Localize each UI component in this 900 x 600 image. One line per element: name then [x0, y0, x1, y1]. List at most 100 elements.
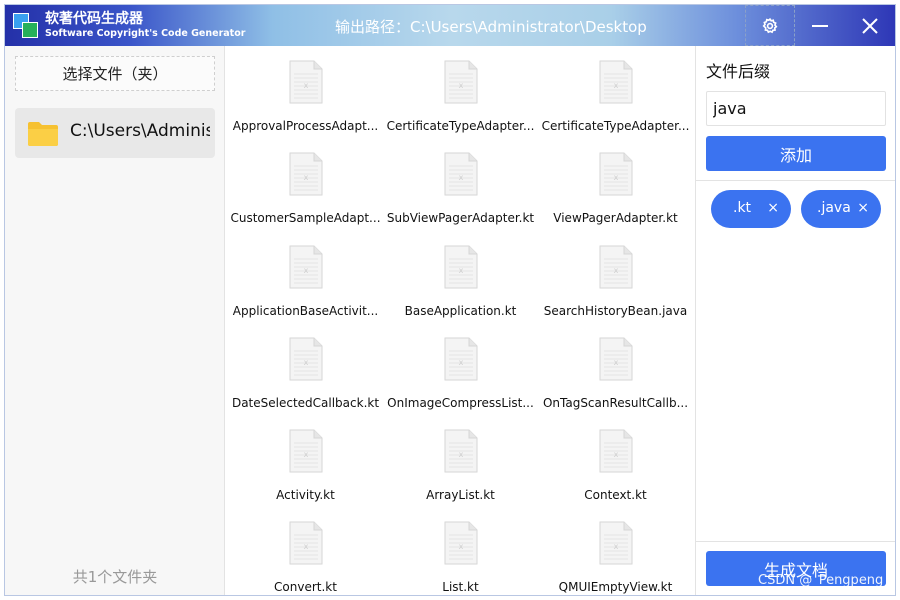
file-name: SearchHistoryBean.java: [543, 304, 688, 318]
svg-text:x: x: [614, 266, 619, 275]
svg-text:x: x: [459, 542, 464, 551]
file-icon: x: [289, 521, 323, 565]
file-name: Activity.kt: [276, 488, 335, 502]
file-name: CustomerSampleAdapt...: [230, 211, 381, 225]
svg-text:x: x: [459, 358, 464, 367]
svg-text:x: x: [459, 81, 464, 90]
file-name: CertificateTypeAdapter...: [386, 119, 535, 133]
file-item[interactable]: x QMUIEmptyView.kt: [538, 507, 693, 594]
divider: [696, 541, 895, 542]
suffix-tag: .kt ×: [711, 190, 791, 228]
close-icon[interactable]: ×: [767, 200, 779, 216]
file-item[interactable]: x ArrayList.kt: [383, 415, 538, 502]
folder-panel: 选择文件（夹） C:\Users\Administrator 共1个文件夹: [5, 46, 225, 595]
output-path: 输出路径：C:\Users\Administrator\Desktop: [335, 18, 647, 36]
suffix-panel: 文件后缀 添加 .kt × .java × 生成文档: [695, 46, 895, 595]
file-name: Convert.kt: [274, 580, 337, 594]
file-item[interactable]: x OnImageCompressList...: [383, 323, 538, 410]
svg-text:x: x: [304, 358, 309, 367]
select-folder-button[interactable]: 选择文件（夹）: [15, 56, 215, 91]
app-name: 软著代码生成器: [45, 11, 143, 27]
folder-list-item[interactable]: C:\Users\Administrator: [15, 108, 215, 158]
svg-text:x: x: [304, 266, 309, 275]
close-button[interactable]: [850, 5, 890, 46]
file-name: QMUIEmptyView.kt: [558, 580, 673, 594]
file-icon: x: [289, 337, 323, 381]
svg-text:x: x: [459, 173, 464, 182]
svg-text:x: x: [304, 81, 309, 90]
svg-text:x: x: [614, 358, 619, 367]
svg-text:x: x: [304, 173, 309, 182]
svg-text:x: x: [304, 542, 309, 551]
file-icon: x: [599, 60, 633, 104]
file-icon: x: [444, 60, 478, 104]
file-item[interactable]: x SubViewPagerAdapter.kt: [383, 138, 538, 225]
file-icon: x: [289, 429, 323, 473]
close-icon: [862, 17, 878, 34]
file-icon: x: [444, 152, 478, 196]
svg-text:x: x: [304, 450, 309, 459]
watermark: CSDN @_Pengpeng: [758, 573, 884, 588]
title-bar: 软著代码生成器 Software Copyright's Code Genera…: [5, 5, 895, 46]
svg-text:x: x: [459, 266, 464, 275]
suffix-tag-label: .java: [817, 200, 851, 216]
file-name: ViewPagerAdapter.kt: [553, 211, 678, 225]
file-name: CertificateTypeAdapter...: [541, 119, 690, 133]
file-item[interactable]: x BaseApplication.kt: [383, 231, 538, 318]
file-icon: x: [444, 245, 478, 289]
file-item[interactable]: x Convert.kt: [228, 507, 383, 594]
divider: [696, 180, 895, 181]
file-item[interactable]: x CertificateTypeAdapter...: [383, 46, 538, 133]
minimize-icon: [812, 24, 828, 27]
close-icon[interactable]: ×: [857, 200, 869, 216]
file-item[interactable]: x ViewPagerAdapter.kt: [538, 138, 693, 225]
file-icon: x: [444, 337, 478, 381]
folder-icon: [28, 122, 58, 146]
svg-text:x: x: [614, 542, 619, 551]
settings-button[interactable]: [745, 5, 795, 46]
file-icon: x: [444, 521, 478, 565]
gear-icon: [762, 17, 778, 33]
file-icon: x: [289, 60, 323, 104]
file-item[interactable]: x CustomerSampleAdapt...: [228, 138, 383, 225]
svg-text:x: x: [614, 81, 619, 90]
file-icon: x: [289, 152, 323, 196]
add-suffix-button[interactable]: 添加: [706, 136, 886, 171]
file-name: Context.kt: [584, 488, 647, 502]
file-item[interactable]: x List.kt: [383, 507, 538, 594]
file-item[interactable]: x OnTagScanResultCallb...: [538, 323, 693, 410]
file-name: BaseApplication.kt: [404, 304, 517, 318]
file-icon: x: [599, 337, 633, 381]
svg-text:x: x: [614, 450, 619, 459]
file-icon: x: [599, 152, 633, 196]
file-item[interactable]: x Context.kt: [538, 415, 693, 502]
file-item[interactable]: x CertificateTypeAdapter...: [538, 46, 693, 133]
file-name: ApprovalProcessAdapt...: [232, 119, 379, 133]
app-subtitle: Software Copyright's Code Generator: [45, 28, 246, 39]
minimize-button[interactable]: [800, 5, 840, 46]
app-window: 软著代码生成器 Software Copyright's Code Genera…: [4, 4, 896, 596]
file-name: DateSelectedCallback.kt: [231, 396, 380, 410]
file-item[interactable]: x ApprovalProcessAdapt...: [228, 46, 383, 133]
file-grid: x ApprovalProcessAdapt... x CertificateTyp…: [226, 46, 695, 595]
file-icon: x: [599, 521, 633, 565]
file-item[interactable]: x DateSelectedCallback.kt: [228, 323, 383, 410]
file-icon: x: [289, 245, 323, 289]
file-name: SubViewPagerAdapter.kt: [386, 211, 535, 225]
folder-count: 共1个文件夹: [72, 568, 158, 586]
file-icon: x: [599, 429, 633, 473]
suffix-input[interactable]: [706, 91, 886, 126]
folder-path: C:\Users\Administrator: [70, 121, 210, 141]
file-name: List.kt: [442, 580, 479, 594]
file-name: ApplicationBaseActivit...: [232, 304, 379, 318]
file-name: OnImageCompressList...: [387, 396, 534, 410]
file-icon: x: [444, 429, 478, 473]
suffix-tag-label: .kt: [733, 200, 752, 216]
suffix-title: 文件后缀: [706, 62, 771, 81]
file-item[interactable]: x ApplicationBaseActivit...: [228, 231, 383, 318]
suffix-tag: .java ×: [801, 190, 881, 228]
file-item[interactable]: x SearchHistoryBean.java: [538, 231, 693, 318]
file-name: ArrayList.kt: [426, 488, 495, 502]
file-name: OnTagScanResultCallb...: [542, 396, 689, 410]
file-item[interactable]: x Activity.kt: [228, 415, 383, 502]
